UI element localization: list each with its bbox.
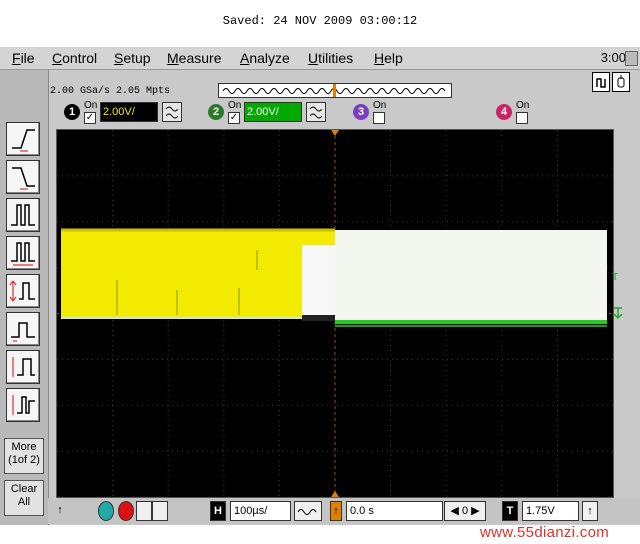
channel-3-badge[interactable]: 3 (353, 104, 369, 120)
trigger-sidebar: More (1of 2) Clear All (0, 70, 49, 525)
rising-edge-trigger-icon[interactable] (6, 122, 40, 156)
delay-stepper[interactable]: ◀ 0 ▶ (444, 501, 486, 521)
channel-4-checkbox[interactable] (516, 112, 528, 124)
single-acquire-icon[interactable] (136, 501, 152, 521)
graticule (57, 130, 613, 497)
channel-2-scale[interactable]: 2.00V/ (244, 102, 302, 122)
more-label: More (11, 441, 37, 453)
stop-button[interactable] (118, 501, 134, 521)
waveform-display[interactable] (56, 129, 614, 498)
menu-analyze[interactable]: Analyze (240, 50, 290, 66)
timebase-field[interactable]: 100µs/ (230, 501, 291, 521)
channel-4-on-label: On (516, 100, 530, 111)
delay-reference-icon[interactable]: ↑ (330, 501, 342, 521)
menu-bar: File Control Setup Measure Analyze Utili… (0, 47, 640, 70)
pattern-trigger-icon[interactable] (6, 274, 40, 308)
menu-measure[interactable]: Measure (167, 50, 221, 66)
trigger-level-field[interactable]: 1.75V (522, 501, 579, 521)
delay-field[interactable]: 0.0 s (346, 501, 443, 521)
run-button[interactable] (98, 501, 114, 521)
watermark: www.55dianzi.com (480, 524, 610, 541)
sample-rate-status: 2.00 GSa/s 2.05 Mpts (50, 86, 171, 97)
channel-1-scale-spinner[interactable] (162, 102, 182, 122)
horizontal-button[interactable]: H (210, 501, 226, 521)
all-label: All (17, 496, 31, 508)
menu-control[interactable]: Control (52, 50, 97, 66)
acquisition-overview-bar[interactable] (218, 83, 452, 98)
clear-label: Clear (10, 483, 38, 495)
channel-1-scale[interactable]: 2.00V/ (100, 102, 158, 122)
autoscale-icon[interactable] (152, 501, 168, 521)
menu-help[interactable]: Help (374, 50, 403, 66)
expand-arrow-icon[interactable]: ↑ (54, 501, 66, 519)
hand-tool-icon[interactable] (612, 72, 630, 92)
menu-setup[interactable]: Setup (114, 50, 151, 66)
bottom-control-bar: ↑ H 100µs/ ↑ 0.0 s ◀ 0 ▶ T 1.75V ↑ (48, 498, 640, 524)
clock: 3:00 (600, 50, 626, 65)
channel-2-ground-marker-icon[interactable] (612, 306, 624, 320)
transition-trigger-icon[interactable] (6, 388, 40, 422)
clear-all-button[interactable]: Clear All (4, 480, 44, 516)
channel-1-checkbox[interactable]: ✓ (84, 112, 96, 124)
channel-3-checkbox[interactable] (373, 112, 385, 124)
pulse-width-trigger-icon[interactable] (6, 236, 40, 270)
channel-2-badge[interactable]: 2 (208, 104, 224, 120)
trigger-level-marker: T (612, 272, 619, 283)
glitch-trigger-icon[interactable] (6, 198, 40, 232)
channel-2-checkbox[interactable]: ✓ (228, 112, 240, 124)
channel-1-controls: 1 On ✓ 2.00V/ (64, 100, 194, 124)
channel-1-on-label: On (84, 100, 98, 111)
channel-4-controls: 4 On (496, 100, 536, 124)
runt-trigger-icon[interactable] (6, 312, 40, 346)
saved-timestamp: Saved: 24 NOV 2009 03:00:12 (222, 14, 418, 28)
timebase-spinner-icon[interactable] (294, 501, 322, 521)
menu-utilities[interactable]: Utilities (308, 50, 353, 66)
channel-2-on-label: On (228, 100, 242, 111)
channel-3-controls: 3 On (353, 100, 393, 124)
timeout-trigger-icon[interactable] (6, 350, 40, 384)
menu-file[interactable]: File (12, 50, 35, 66)
channel-3-on-label: On (373, 100, 387, 111)
more-page-label: (1of 2) (8, 454, 40, 466)
channel-1-badge[interactable]: 1 (64, 104, 80, 120)
channel-2-controls: 2 On ✓ 2.00V/ (208, 100, 338, 124)
trigger-button[interactable]: T (502, 501, 518, 521)
trigger-slope-icon[interactable]: ↑ (582, 501, 598, 521)
channel-2-scale-spinner[interactable] (306, 102, 326, 122)
pointer-mode-icon[interactable] (592, 72, 610, 92)
more-button[interactable]: More (1of 2) (4, 438, 44, 474)
falling-edge-trigger-icon[interactable] (6, 160, 40, 194)
channel-4-badge[interactable]: 4 (496, 104, 512, 120)
clock-scroll-icon[interactable] (625, 51, 638, 66)
